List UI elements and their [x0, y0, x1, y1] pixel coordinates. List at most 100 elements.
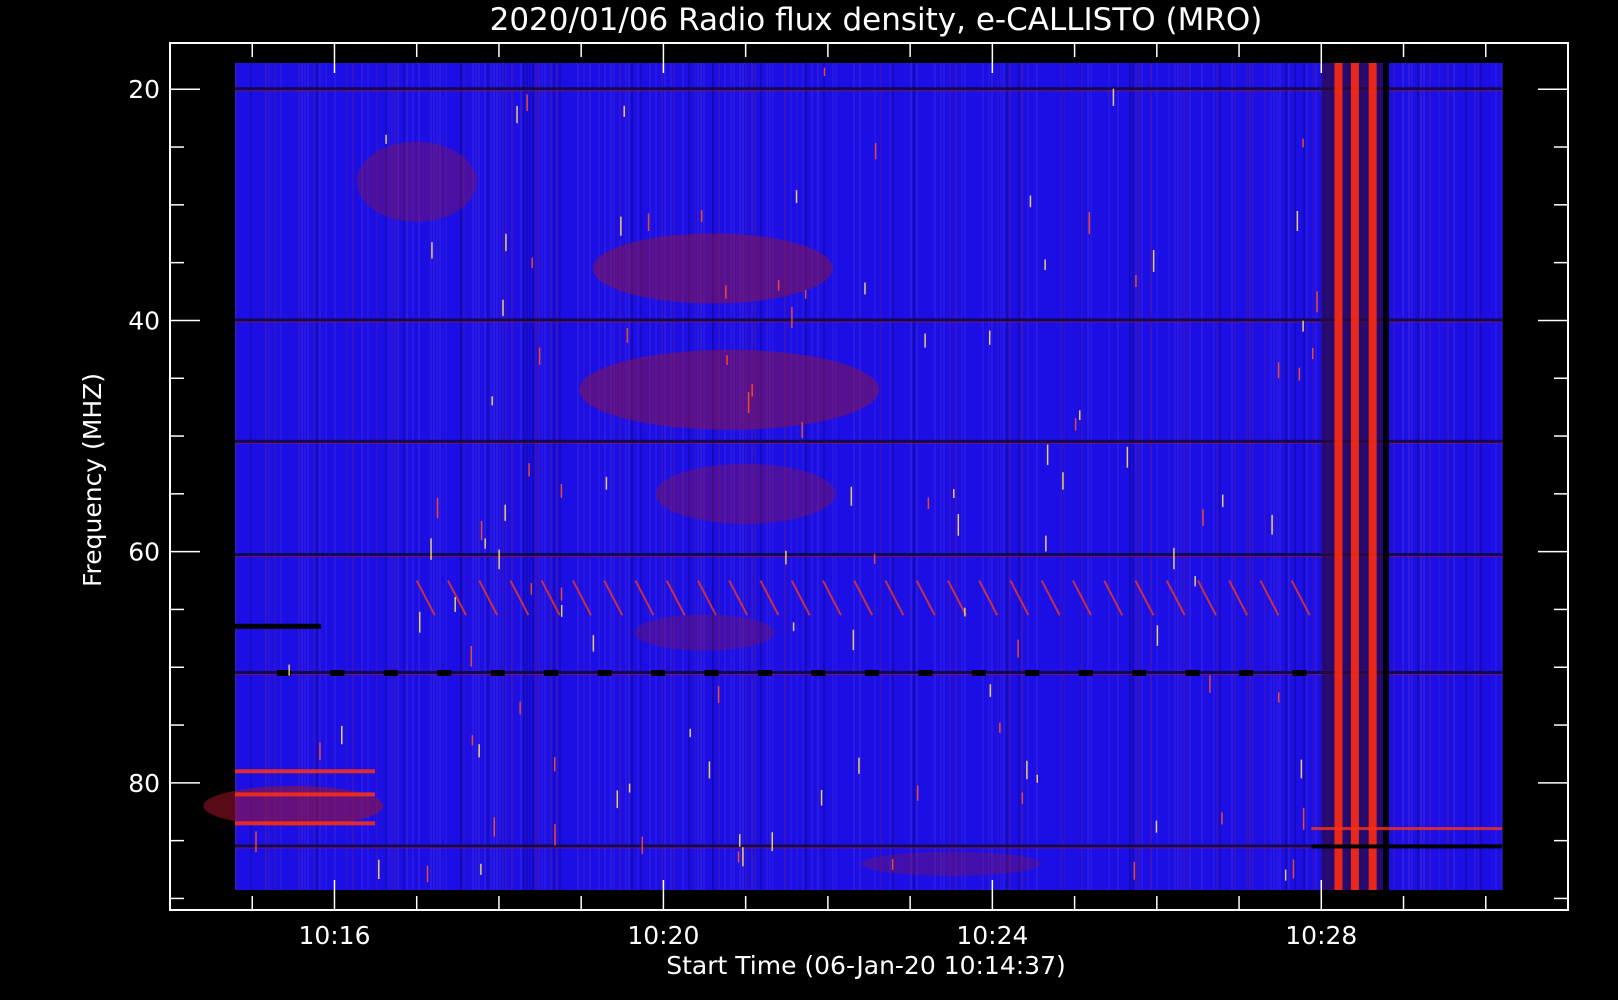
noise-column [901, 63, 903, 890]
noise-column [526, 63, 528, 890]
noise-column [355, 63, 357, 890]
noise-column [844, 63, 846, 890]
noise-column [625, 63, 627, 890]
noise-column [586, 63, 588, 890]
spike [480, 863, 482, 875]
noise-column [892, 63, 894, 890]
noise-column [508, 63, 510, 890]
spike [1209, 675, 1211, 693]
spike [418, 611, 421, 633]
noise-column [922, 63, 924, 890]
spike [873, 553, 876, 564]
spike [560, 483, 563, 498]
spike [1296, 210, 1299, 232]
noise-column [838, 63, 840, 890]
noise-column [1021, 63, 1023, 890]
spike [1036, 774, 1039, 783]
spike [1046, 444, 1049, 466]
spike [1302, 138, 1304, 148]
noise-column [1414, 63, 1416, 890]
spike [1284, 869, 1287, 881]
spike [623, 105, 625, 117]
noise-column [916, 63, 918, 890]
noise-column [601, 63, 603, 890]
noise-column [829, 63, 831, 890]
noise-column [1033, 63, 1035, 890]
spike [592, 635, 595, 652]
noise-column [283, 63, 285, 890]
noise-column [1165, 63, 1167, 890]
noise-column [1231, 63, 1233, 890]
noise-column [1264, 63, 1266, 890]
dash-segment [1132, 670, 1147, 677]
spike [747, 391, 750, 414]
noise-column [289, 63, 291, 890]
x-tick-label: 10:16 [298, 921, 370, 950]
interference-line-edge [235, 321, 1502, 323]
noise-column [946, 63, 948, 890]
noise-column [1207, 63, 1209, 890]
noise-column [820, 63, 822, 890]
noise-column [895, 63, 897, 890]
noise-column [889, 63, 891, 890]
noise-column [1282, 63, 1284, 890]
noise-column [499, 63, 501, 890]
noise-column [1075, 63, 1077, 890]
noise-column [1168, 63, 1170, 890]
burst-band [1311, 844, 1502, 849]
noise-column [1237, 63, 1239, 890]
spike [891, 859, 894, 870]
spike [700, 210, 703, 223]
spike [484, 538, 486, 549]
noise-column [1297, 63, 1299, 890]
noise-column [1405, 63, 1407, 890]
noise-column [883, 63, 885, 890]
noise-column [1183, 63, 1185, 890]
noise-column [271, 63, 273, 890]
noise-column [652, 63, 654, 890]
noise-column [505, 63, 507, 890]
noise-column [1462, 63, 1464, 890]
dash-segment [1239, 670, 1254, 677]
noise-column [256, 63, 258, 890]
noise-column [949, 63, 951, 890]
noise-column [1000, 63, 1002, 890]
dash-segment [1185, 670, 1200, 677]
y-tick-label: 40 [128, 306, 160, 335]
spike [288, 664, 290, 676]
noise-column [1249, 63, 1251, 890]
spike [378, 859, 380, 880]
emission-region [655, 463, 836, 524]
dash-segment [544, 670, 559, 677]
noise-column [1111, 63, 1113, 890]
noise-column [1051, 63, 1053, 890]
noise-column [1156, 63, 1158, 890]
noise-column [238, 63, 240, 890]
noise-column [1240, 63, 1242, 890]
spike [498, 549, 500, 570]
spike [823, 67, 826, 77]
noise-column [502, 63, 504, 890]
spike [516, 105, 518, 124]
noise-column [547, 63, 549, 890]
spike [1298, 367, 1301, 381]
noise-column [1291, 63, 1293, 890]
spike [491, 396, 493, 406]
spike [737, 851, 740, 863]
noise-column [268, 63, 270, 890]
noise-column [1489, 63, 1491, 890]
noise-column [1189, 63, 1191, 890]
noise-column [523, 63, 525, 890]
noise-column [826, 63, 828, 890]
noise-column [1147, 63, 1149, 890]
spike [605, 476, 608, 490]
noise-column [1498, 63, 1500, 890]
noise-column [604, 63, 606, 890]
noise-column [1270, 63, 1272, 890]
spike [505, 233, 507, 252]
noise-column [247, 63, 249, 890]
noise-column [646, 63, 648, 890]
spike [957, 514, 960, 536]
noise-column [1084, 63, 1086, 890]
noise-column [583, 63, 585, 890]
